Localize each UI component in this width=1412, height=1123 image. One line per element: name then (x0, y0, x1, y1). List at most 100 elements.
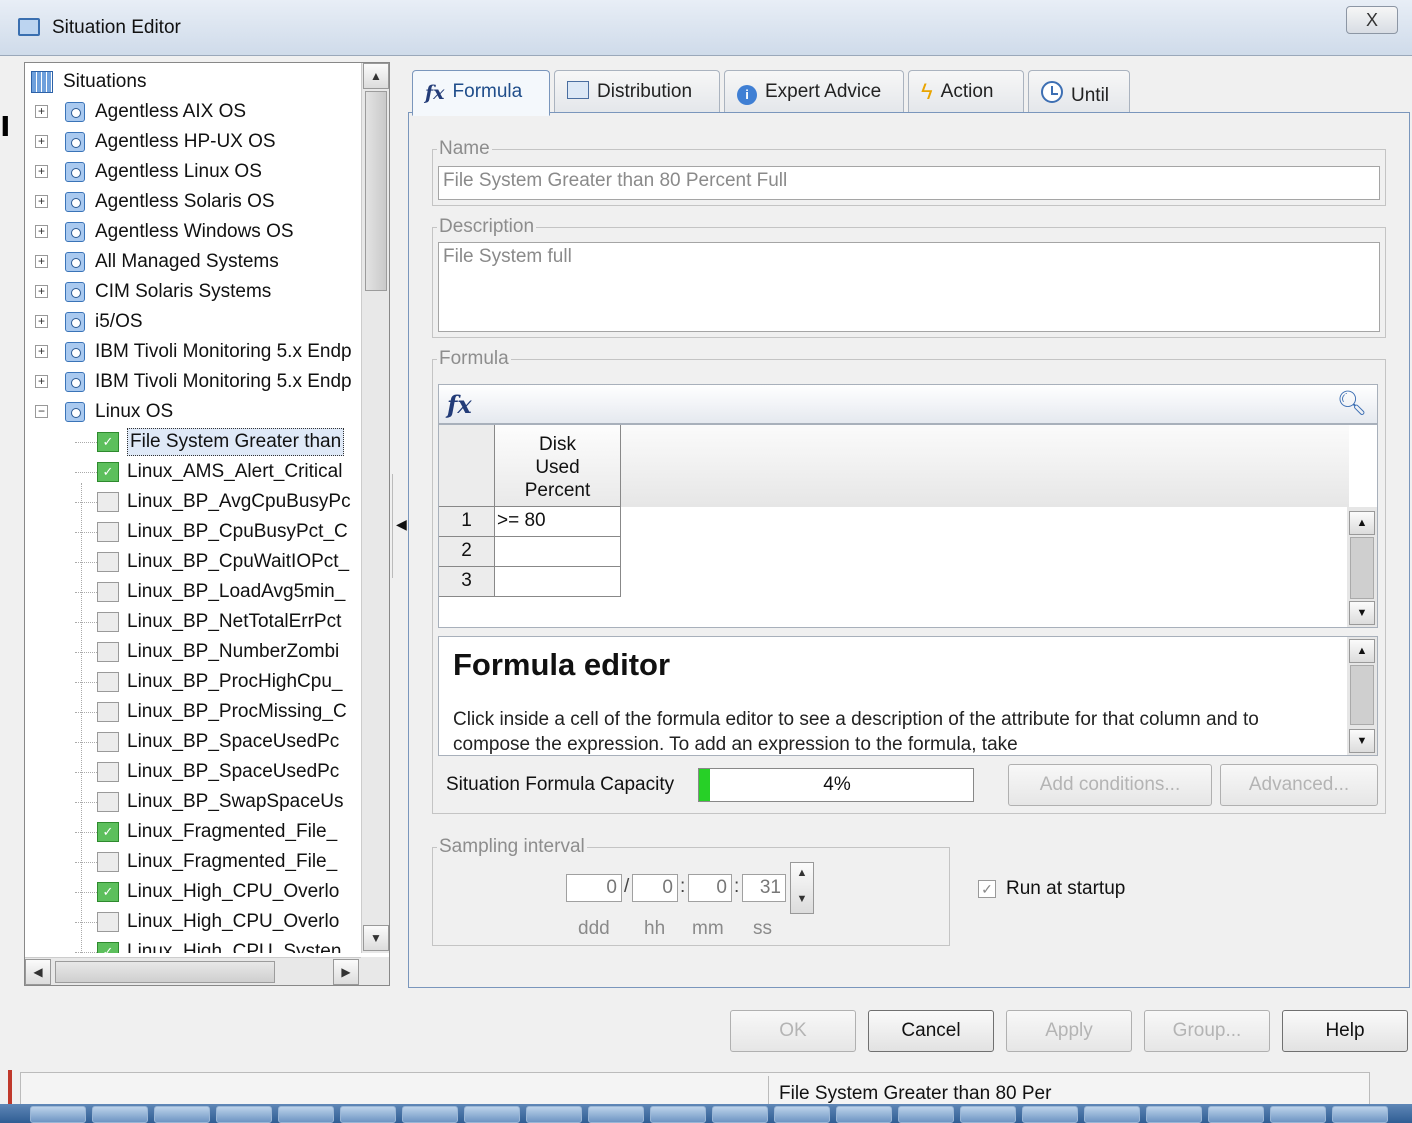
tree-horizontal-scrollbar[interactable]: ◀ ▶ (25, 957, 361, 985)
taskbar-button[interactable] (1332, 1106, 1388, 1123)
taskbar-button[interactable] (1208, 1106, 1264, 1123)
tree-connector-line (75, 802, 97, 803)
taskbar-button[interactable] (650, 1106, 706, 1123)
scroll-up-button[interactable]: ▲ (1349, 511, 1375, 535)
collapse-icon[interactable]: − (35, 405, 48, 418)
expand-icon[interactable]: + (35, 105, 48, 118)
formula-cell[interactable] (495, 567, 621, 597)
tab-formula[interactable]: fx Formula (412, 70, 550, 116)
tab-label: Distribution (597, 81, 693, 102)
description-field[interactable]: File System full (438, 242, 1380, 332)
expand-icon[interactable]: + (35, 375, 48, 388)
scroll-right-button[interactable]: ▶ (333, 959, 359, 985)
formula-cell[interactable] (495, 537, 621, 567)
tree-node-label: Linux_BP_LoadAvg5min_ (127, 581, 346, 602)
expand-icon[interactable]: + (35, 195, 48, 208)
tab-distribution[interactable]: Distribution (554, 70, 720, 114)
expand-icon[interactable]: + (35, 285, 48, 298)
taskbar-button[interactable] (30, 1106, 86, 1123)
expand-icon[interactable]: + (35, 135, 48, 148)
taskbar-button[interactable] (836, 1106, 892, 1123)
taskbar-button[interactable] (1146, 1106, 1202, 1123)
apply-button[interactable]: Apply (1006, 1010, 1132, 1052)
taskbar-button[interactable] (1270, 1106, 1326, 1123)
scroll-down-button[interactable]: ▼ (363, 925, 389, 951)
taskbar-button[interactable] (526, 1106, 582, 1123)
title-bar: Situation Editor X (0, 0, 1412, 56)
taskbar-button[interactable] (402, 1106, 458, 1123)
taskbar-button[interactable] (588, 1106, 644, 1123)
taskbar-button[interactable] (340, 1106, 396, 1123)
sampling-seconds-field[interactable]: 31 (742, 874, 786, 902)
name-field[interactable]: File System Greater than 80 Percent Full (438, 166, 1380, 200)
help-button[interactable]: Help (1282, 1010, 1408, 1052)
taskbar-button[interactable] (154, 1106, 210, 1123)
expand-icon[interactable]: + (35, 345, 48, 358)
taskbar-button[interactable] (216, 1106, 272, 1123)
sampling-spinner[interactable]: ▲ ▼ (790, 862, 814, 914)
taskbar-button[interactable] (464, 1106, 520, 1123)
taskbar-button[interactable] (1022, 1106, 1078, 1123)
expand-icon[interactable]: + (35, 225, 48, 238)
column-header-line: Percent (524, 480, 591, 501)
tab-until[interactable]: Until (1028, 70, 1130, 114)
managed-system-icon (65, 372, 85, 392)
tree-connector-line (75, 562, 97, 563)
scroll-thumb[interactable] (1350, 537, 1374, 599)
situations-root-icon (31, 71, 53, 93)
panel-splitter[interactable]: ◀ (392, 474, 407, 578)
run-at-startup-checkbox[interactable]: ✓ (978, 880, 996, 898)
tree-connector-line (75, 652, 97, 653)
formula-grid[interactable]: Disk Used Percent 1 >= 80 2 3 ▲ ▼ (438, 424, 1378, 628)
grid-vertical-scrollbar[interactable]: ▲ ▼ (1347, 507, 1377, 627)
add-conditions-button[interactable]: Add conditions... (1008, 764, 1212, 806)
tree-node-label: Linux_BP_ProcHighCpu_ (127, 671, 343, 692)
run-at-startup-label[interactable]: Run at startup (1006, 878, 1125, 900)
scroll-down-button[interactable]: ▼ (1349, 601, 1375, 625)
scroll-up-button[interactable]: ▲ (363, 63, 389, 89)
collapse-arrow-icon[interactable]: ◀ (396, 516, 407, 533)
spin-up-icon[interactable]: ▲ (791, 867, 813, 879)
scroll-down-button[interactable]: ▼ (1349, 729, 1375, 753)
fx-icon[interactable]: fx (447, 390, 472, 419)
hscroll-thumb[interactable] (55, 961, 275, 983)
taskbar-button[interactable] (278, 1106, 334, 1123)
taskbar-button[interactable] (712, 1106, 768, 1123)
tree-connector-line (75, 832, 97, 833)
spin-down-icon[interactable]: ▼ (791, 893, 813, 905)
help-title: Formula editor (453, 647, 671, 682)
column-header-line: Used (535, 457, 580, 478)
sampling-days-field[interactable]: 0 (566, 874, 622, 902)
tree-vertical-scrollbar[interactable]: ▲ ▼ (361, 63, 389, 953)
column-header-disk-used-percent[interactable]: Disk Used Percent (495, 425, 621, 507)
tab-expert-advice[interactable]: i Expert Advice (724, 70, 904, 114)
ok-button[interactable]: OK (730, 1010, 856, 1052)
function-search-icon[interactable]: 🔍︎ (1337, 389, 1367, 418)
group-button[interactable]: Group... (1144, 1010, 1270, 1052)
expand-icon[interactable]: + (35, 315, 48, 328)
taskbar-button[interactable] (1084, 1106, 1140, 1123)
scroll-left-button[interactable]: ◀ (25, 959, 51, 985)
advanced-button[interactable]: Advanced... (1220, 764, 1378, 806)
close-button[interactable]: X (1346, 6, 1398, 34)
tab-action[interactable]: ϟ Action (908, 70, 1024, 114)
expand-icon[interactable]: + (35, 255, 48, 268)
scroll-thumb[interactable] (365, 91, 387, 291)
help-vertical-scrollbar[interactable]: ▲ ▼ (1347, 637, 1377, 755)
cancel-button[interactable]: Cancel (868, 1010, 994, 1052)
managed-system-icon (65, 252, 85, 272)
sampling-minutes-field[interactable]: 0 (688, 874, 732, 902)
scroll-thumb[interactable] (1350, 665, 1374, 725)
expand-icon[interactable]: + (35, 165, 48, 178)
taskbar-button[interactable] (92, 1106, 148, 1123)
formula-cell[interactable]: >= 80 (495, 507, 621, 537)
scroll-up-button[interactable]: ▲ (1349, 639, 1375, 663)
tree-connector-line (75, 862, 97, 863)
situation-tree[interactable]: Situations + Agentless AIX OS + Agentless H… (24, 62, 390, 986)
taskbar-button[interactable] (960, 1106, 1016, 1123)
taskbar-button[interactable] (774, 1106, 830, 1123)
tab-label: Formula (452, 81, 523, 102)
situation-running-icon: ✓ (97, 882, 119, 902)
sampling-hours-field[interactable]: 0 (632, 874, 678, 902)
taskbar-button[interactable] (898, 1106, 954, 1123)
